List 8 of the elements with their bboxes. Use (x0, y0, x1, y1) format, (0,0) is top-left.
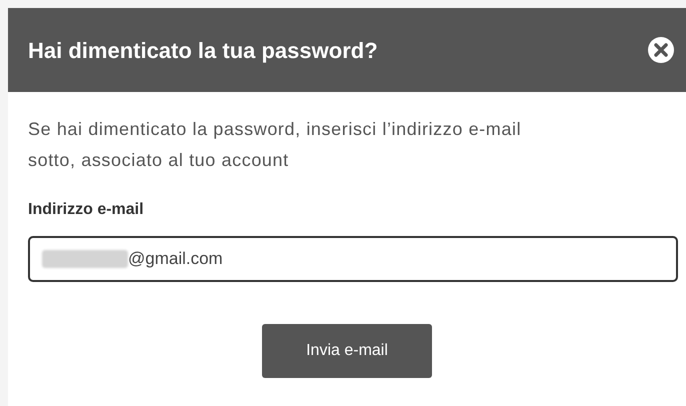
close-button[interactable] (648, 37, 674, 63)
dialog-title: Hai dimenticato la tua password? (28, 36, 378, 65)
field-label: Indirizzo e-mail (28, 200, 145, 220)
email-field[interactable]: @gmail.com (28, 236, 678, 282)
field-value: @gmail.com (128, 248, 223, 270)
send-email-button[interactable]: Invia e-mail (262, 324, 432, 378)
dialog-description: Se hai dimenticato la password, inserisci l’indirizzo e-mail sotto, associato al tuo account (28, 118, 522, 172)
close-icon (654, 43, 668, 57)
